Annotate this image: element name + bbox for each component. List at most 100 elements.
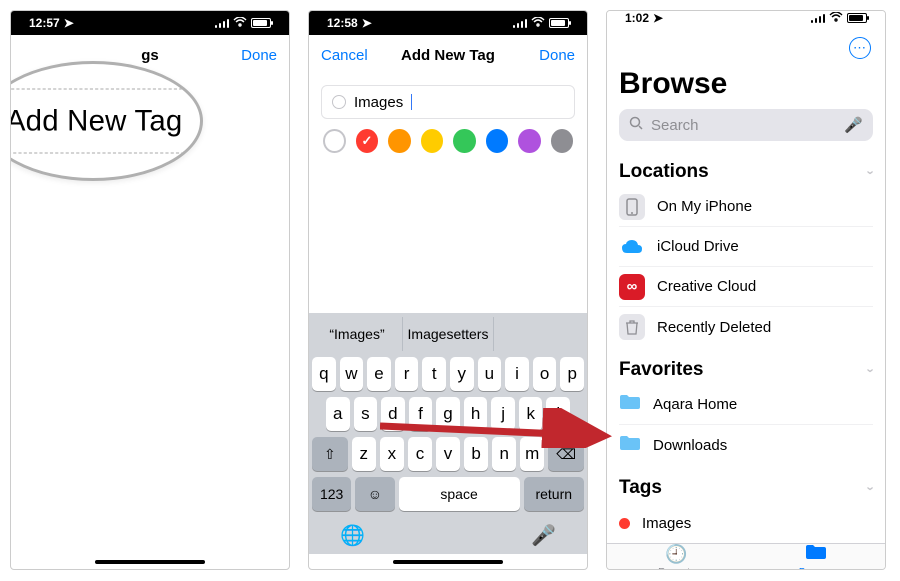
key-v[interactable]: v: [436, 437, 460, 471]
favorites-list: Aqara Home Downloads: [619, 385, 873, 465]
locations-title: Locations: [619, 161, 709, 183]
color-option-green[interactable]: [453, 129, 475, 153]
software-keyboard: “Images”Imagesetters qwertyuiop asdfghjk…: [309, 313, 587, 554]
key-m[interactable]: m: [520, 437, 544, 471]
key-w[interactable]: w: [340, 357, 364, 391]
key-i[interactable]: i: [505, 357, 529, 391]
nav-bar: Cancel Add New Tag Done: [309, 35, 587, 75]
signal-icon: [513, 18, 527, 28]
emoji-key[interactable]: ☺: [355, 477, 394, 511]
favorite-downloads[interactable]: Downloads: [619, 425, 873, 465]
key-p[interactable]: p: [560, 357, 584, 391]
key-a[interactable]: a: [326, 397, 350, 431]
tag-name-value: Images: [354, 94, 403, 111]
more-options-button[interactable]: ⋯: [849, 37, 871, 59]
battery-icon: [251, 18, 271, 28]
dictation-icon[interactable]: 🎤: [531, 523, 556, 548]
tab-recents[interactable]: 🕘 Recents: [607, 544, 746, 570]
key-n[interactable]: n: [492, 437, 516, 471]
locations-section-header[interactable]: Locations ›: [619, 161, 873, 183]
signal-icon: [215, 18, 229, 28]
tag-color-preview-icon: [332, 95, 346, 109]
tab-recents-label: Recents: [658, 567, 695, 570]
location-recently-deleted[interactable]: Recently Deleted: [619, 307, 873, 347]
key-y[interactable]: y: [450, 357, 474, 391]
location-icon: ➤: [653, 11, 663, 25]
return-key[interactable]: return: [524, 477, 584, 511]
key-d[interactable]: d: [381, 397, 405, 431]
key-k[interactable]: k: [519, 397, 543, 431]
key-z[interactable]: z: [352, 437, 376, 471]
search-field[interactable]: Search 🎤: [619, 109, 873, 141]
key-x[interactable]: x: [380, 437, 404, 471]
key-u[interactable]: u: [478, 357, 502, 391]
cancel-button[interactable]: Cancel: [321, 47, 368, 64]
chevron-down-icon: ›: [863, 170, 878, 174]
location-on-my-iphone[interactable]: On My iPhone: [619, 187, 873, 227]
key-j[interactable]: j: [491, 397, 515, 431]
status-bar: 12:58 ➤: [309, 11, 587, 35]
favorite-aqara-home[interactable]: Aqara Home: [619, 385, 873, 425]
favorites-section-header[interactable]: Favorites ›: [619, 359, 873, 381]
key-c[interactable]: c: [408, 437, 432, 471]
key-g[interactable]: g: [436, 397, 460, 431]
key-h[interactable]: h: [464, 397, 488, 431]
globe-icon[interactable]: 🌐: [340, 523, 365, 548]
color-option-orange[interactable]: [388, 129, 410, 153]
location-creative-cloud[interactable]: ∞Creative Cloud: [619, 267, 873, 307]
key-q[interactable]: q: [312, 357, 336, 391]
dictation-icon[interactable]: 🎤: [844, 116, 863, 134]
backspace-key[interactable]: ⌫: [548, 437, 584, 471]
list-item-label: iCloud Drive: [657, 238, 739, 255]
keyboard-bottom-row: 🌐 🎤: [312, 517, 584, 548]
color-option-purple[interactable]: [518, 129, 540, 153]
key-f[interactable]: f: [409, 397, 433, 431]
color-option-yellow[interactable]: [421, 129, 443, 153]
keyboard-row-3-letters: zxcvbnm: [352, 437, 545, 471]
key-r[interactable]: r: [395, 357, 419, 391]
shift-key[interactable]: ⇧: [312, 437, 348, 471]
prediction-suggestion[interactable]: “Images”: [312, 317, 403, 351]
list-item-label: Images: [642, 515, 691, 532]
home-indicator[interactable]: [393, 560, 503, 564]
keyboard-row-3: ⇧ zxcvbnm ⌫: [312, 437, 584, 471]
color-option-gray[interactable]: [551, 129, 573, 153]
list-item-label: Aqara Home: [653, 396, 737, 413]
key-s[interactable]: s: [354, 397, 378, 431]
chevron-down-icon: ›: [863, 486, 878, 490]
wifi-icon: [829, 11, 843, 25]
color-option-none[interactable]: [323, 129, 346, 153]
tags-section-header[interactable]: Tags ›: [619, 477, 873, 499]
home-indicator[interactable]: [95, 560, 205, 564]
location-icloud-drive[interactable]: iCloud Drive: [619, 227, 873, 267]
wifi-icon: [531, 16, 545, 30]
key-t[interactable]: t: [422, 357, 446, 391]
locations-list: On My iPhone iCloud Drive ∞Creative Cloud R…: [619, 187, 873, 347]
clock-icon: 🕘: [665, 544, 687, 565]
folder-icon: [619, 393, 641, 416]
color-option-red[interactable]: ✓: [356, 129, 378, 153]
prediction-bar: “Images”Imagesetters: [312, 317, 584, 351]
list-item-label: Recently Deleted: [657, 319, 771, 336]
status-time: 1:02: [625, 11, 649, 25]
status-time: 12:58: [327, 16, 358, 30]
color-option-blue[interactable]: [486, 129, 508, 153]
tab-browse[interactable]: Browse: [746, 544, 885, 570]
tab-browse-label: Browse: [799, 567, 832, 570]
space-key[interactable]: space: [399, 477, 520, 511]
key-l[interactable]: l: [546, 397, 570, 431]
done-button[interactable]: Done: [241, 47, 277, 64]
tag-images[interactable]: Images: [619, 503, 873, 543]
status-time: 12:57: [29, 16, 60, 30]
prediction-suggestion[interactable]: Imagesetters: [403, 317, 494, 351]
tag-name-field[interactable]: Images: [321, 85, 575, 119]
key-o[interactable]: o: [533, 357, 557, 391]
tag-color-picker: ✓: [309, 129, 587, 165]
checkmark-icon: ✓: [362, 133, 373, 149]
list-item-label: Downloads: [653, 437, 727, 454]
numbers-key[interactable]: 123: [312, 477, 351, 511]
key-e[interactable]: e: [367, 357, 391, 391]
prediction-suggestion[interactable]: [494, 317, 584, 351]
key-b[interactable]: b: [464, 437, 488, 471]
done-button[interactable]: Done: [539, 47, 575, 64]
